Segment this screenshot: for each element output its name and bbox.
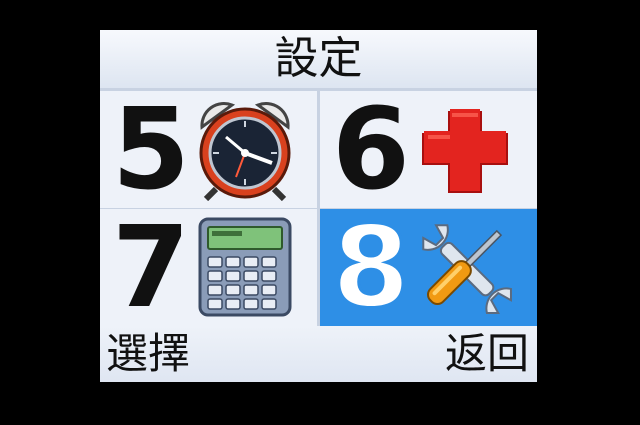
menu-tile-health[interactable]: 6 — [320, 91, 537, 208]
back-softkey[interactable]: 返回 — [445, 326, 529, 382]
menu-tile-alarm[interactable]: 5 — [100, 91, 317, 208]
menu-tile-calculator[interactable]: 7 — [100, 209, 317, 326]
red-cross-icon — [422, 109, 508, 193]
screen-title: 設定 — [100, 30, 537, 88]
menu-tile-settings[interactable]: 8 — [320, 209, 537, 326]
select-softkey[interactable]: 選擇 — [106, 326, 190, 382]
alarm-clock-icon — [199, 101, 291, 201]
tile-number: 5 — [112, 85, 190, 215]
tile-number: 6 — [332, 85, 410, 215]
softkey-bar: 選擇 返回 — [100, 326, 537, 382]
tile-number: 7 — [112, 203, 190, 333]
tools-icon — [422, 224, 512, 314]
tile-number: 8 — [331, 203, 412, 333]
calculator-icon — [198, 217, 292, 317]
phone-screen: 設定 5 6 7 8 選擇 返回 — [100, 30, 537, 382]
